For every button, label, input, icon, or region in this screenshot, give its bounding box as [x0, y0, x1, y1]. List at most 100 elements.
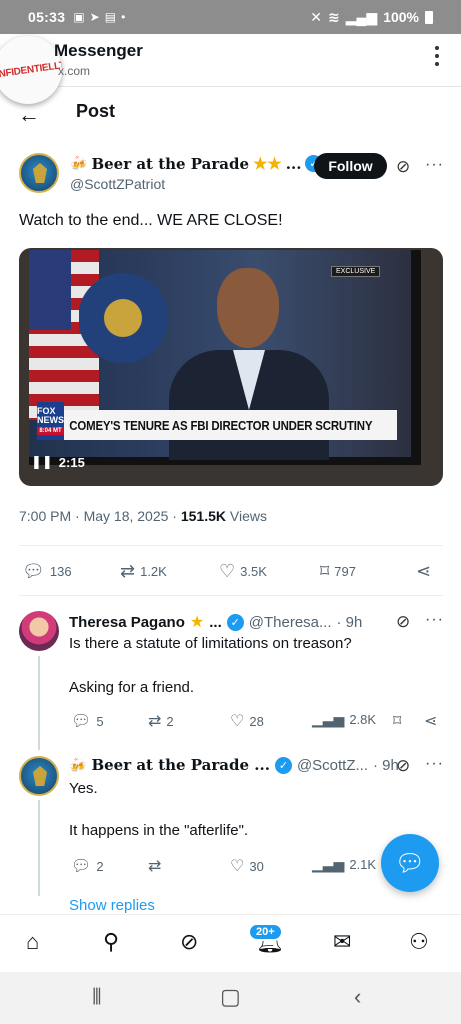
divider: [0, 86, 461, 87]
grok-icon[interactable]: ⊘: [396, 612, 410, 632]
reply-time: · 9h: [336, 613, 363, 631]
video-player[interactable]: EXCLUSIVE FOX NEWS 8:04 MT COMEY'S TENUR…: [19, 248, 443, 486]
reply-name-ellipsis: ...: [209, 613, 222, 631]
more-options-icon[interactable]: ···: [425, 611, 444, 629]
views-count: 2.1K: [349, 857, 377, 872]
reply-header[interactable]: Theresa Pagano ★ ... ✓ @Theresa... · 9h: [69, 612, 362, 632]
battery-text: 100%: [383, 9, 419, 25]
calendar-icon: ▤: [104, 10, 117, 24]
share-action[interactable]: ⋖: [416, 561, 431, 582]
share-action[interactable]: ⋖: [424, 711, 437, 731]
app-url: x.com: [58, 64, 91, 78]
home-icon[interactable]: ⌂: [26, 929, 39, 955]
bottom-nav: ⌂ ⚲ ⊘ 🔔︎ 20+ ✉ ⚇: [0, 914, 461, 972]
communities-icon[interactable]: ⚇: [409, 929, 429, 955]
fox-news-logo: FOX NEWS 8:04 MT: [37, 402, 64, 440]
status-time: 05:33: [28, 9, 66, 25]
back-arrow-icon[interactable]: ←: [18, 102, 40, 128]
status-bar: 05:33 ▣ ➤ ▤ • ✕ ≋ ▂▄▆ 100%: [0, 0, 461, 34]
confidential-badge: ONFIDENTIELLT: [0, 36, 62, 104]
notifications-badge: 20+: [248, 923, 283, 941]
reply-handle: @ScottZ...: [296, 756, 369, 774]
bookmark-icon: ⌑: [320, 561, 330, 581]
mail-icon[interactable]: ✉: [333, 929, 351, 955]
app-title: Messenger: [54, 41, 143, 60]
like-action[interactable]: ♡ 28: [230, 711, 264, 731]
reply-action[interactable]: 💬︎ 136: [22, 561, 72, 582]
grok-icon[interactable]: ⊘: [396, 157, 410, 177]
post-meta: 7:00 PM · May 18, 2025 · 151.5K Views: [19, 508, 267, 524]
views-count[interactable]: 151.5K: [181, 508, 226, 524]
heart-icon: ♡: [219, 561, 236, 581]
like-count: 3.5K: [240, 564, 267, 579]
repost-action[interactable]: ⇄ 1.2K: [120, 561, 167, 582]
bookmark-action[interactable]: ⌑: [393, 711, 401, 731]
status-notification-icons: ▣ ➤ ▤ •: [73, 10, 125, 24]
repost-action[interactable]: ⇄: [148, 856, 161, 876]
thread-line: [38, 800, 40, 896]
show-replies-link[interactable]: Show replies: [69, 897, 155, 914]
more-options-icon[interactable]: ···: [425, 156, 444, 174]
repost-count: 2: [166, 713, 174, 729]
like-count: 28: [249, 713, 264, 729]
reply-action[interactable]: 💬︎ 5: [71, 711, 104, 731]
like-count: 30: [249, 858, 264, 874]
battery-icon: [425, 10, 433, 24]
reply-header[interactable]: 🍻 Beer at the Parade ... ✓ @ScottZ... · …: [69, 756, 399, 774]
repost-icon: ⇄: [148, 713, 162, 730]
reply-count: 2: [96, 858, 104, 874]
reply-time: · 9h: [373, 756, 399, 774]
author-avatar[interactable]: [19, 153, 59, 193]
star-emoji: ★: [189, 614, 205, 631]
video-duration[interactable]: ❚❚ 2:15: [31, 454, 85, 470]
telegram-icon: ➤: [89, 10, 100, 24]
reply-avatar[interactable]: [19, 756, 59, 796]
back-icon[interactable]: ‹: [354, 984, 361, 1010]
like-action[interactable]: ♡ 3.5K: [219, 561, 267, 582]
views-action[interactable]: ▁▃▅ 2.1K: [312, 856, 376, 873]
author-handle[interactable]: @ScottZPatriot: [70, 176, 165, 192]
status-right: ✕ ≋ ▂▄▆ 100%: [310, 9, 433, 26]
grok-icon[interactable]: ⊘: [396, 756, 410, 776]
pause-icon[interactable]: ❚❚: [31, 454, 53, 470]
divider: [19, 595, 443, 596]
dot-icon: •: [121, 10, 126, 24]
repost-action[interactable]: ⇄ 2: [148, 711, 174, 731]
verified-badge-icon: ✓: [274, 756, 292, 774]
post-timestamp: 7:00 PM · May 18, 2025 ·: [19, 508, 181, 524]
exclusive-tag: EXCLUSIVE: [331, 266, 381, 277]
reply-icon: 💬︎: [22, 561, 45, 581]
reply-avatar[interactable]: [19, 611, 59, 651]
compose-message-button[interactable]: 💬︎: [381, 834, 439, 892]
views-label: Views: [226, 508, 267, 524]
home-button-icon[interactable]: ▢: [220, 984, 241, 1010]
grok-icon[interactable]: ⊘: [180, 929, 198, 955]
share-icon: ⋖: [424, 713, 438, 730]
system-nav-bar: ⦀ ▢ ‹: [0, 972, 461, 1024]
reply-action[interactable]: 💬︎ 2: [71, 856, 104, 876]
overflow-menu-icon[interactable]: [435, 46, 439, 66]
stars-emoji: ★★: [253, 154, 282, 173]
reply-text: Asking for a friend.: [69, 679, 195, 696]
video-frame: EXCLUSIVE FOX NEWS 8:04 MT COMEY'S TENUR…: [29, 250, 421, 465]
views-action[interactable]: ▁▃▅ 2.8K: [312, 711, 376, 728]
heart-icon: ♡: [230, 713, 245, 730]
reply-icon: 💬︎: [71, 713, 92, 730]
repost-icon: ⇄: [120, 561, 136, 581]
reply-author-name: Beer at the Parade ...: [91, 756, 270, 774]
like-action[interactable]: ♡ 30: [230, 856, 264, 876]
news-chyron: FOX NEWS 8:04 MT COMEY'S TENURE AS FBI D…: [37, 402, 397, 440]
bookmark-count: 797: [334, 564, 356, 579]
beer-emoji-icon: 🍻: [69, 756, 87, 773]
heart-icon: ♡: [230, 858, 245, 875]
search-icon[interactable]: ⚲: [103, 929, 119, 955]
follow-button[interactable]: Follow: [314, 153, 387, 179]
reply-text: Is there a statute of limitations on tre…: [69, 635, 352, 652]
more-options-icon[interactable]: ···: [425, 755, 444, 773]
recent-apps-icon[interactable]: ⦀: [92, 984, 102, 1010]
author-name-row[interactable]: 🍻 Beer at the Parade ★★ ... ✓: [70, 154, 323, 173]
reply-count: 136: [49, 564, 72, 579]
gallery-icon: ▣: [73, 10, 85, 24]
bookmark-action[interactable]: ⌑ 797: [320, 561, 356, 582]
wifi-icon: ≋: [328, 8, 340, 25]
